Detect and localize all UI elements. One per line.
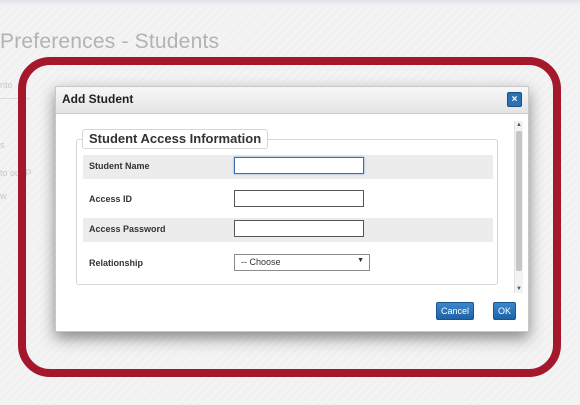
background-fragment: w xyxy=(0,191,7,201)
highlight-outline xyxy=(18,57,561,377)
background-fragment: nto xyxy=(0,80,13,90)
background-fragment: s xyxy=(0,140,5,150)
page-title: Preferences - Students xyxy=(0,30,220,53)
top-rule xyxy=(0,0,580,6)
